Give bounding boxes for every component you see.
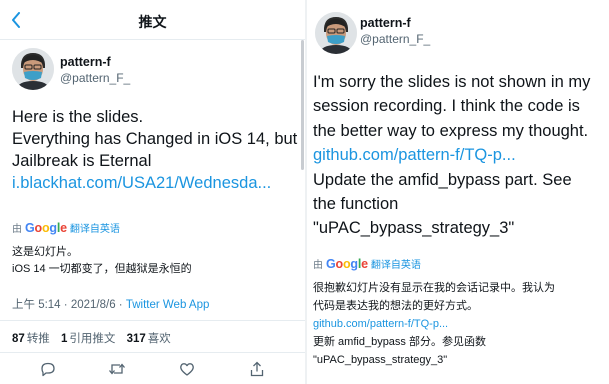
tweet-text: Here is the slides. Everything has Chang… bbox=[12, 106, 302, 194]
nav-bar: 推文 bbox=[0, 0, 305, 40]
translated-line: "uPAC_bypass_strategy_3" bbox=[313, 354, 448, 366]
tweet-time[interactable]: 上午 5:14 bbox=[12, 299, 61, 311]
tweet-text-line: the better way to express my thought. bbox=[313, 121, 589, 140]
google-logo: Google bbox=[25, 220, 67, 235]
tweet-text: I'm sorry the slides is not shown in my … bbox=[313, 70, 609, 241]
share-icon bbox=[250, 361, 264, 377]
translated-link[interactable]: github.com/pattern-f/TQ-p... bbox=[313, 315, 555, 333]
avatar[interactable] bbox=[12, 48, 54, 90]
divider bbox=[0, 320, 305, 321]
translate-by-label: 由 bbox=[12, 224, 22, 235]
tweet-link[interactable]: i.blackhat.com/USA21/Wednesda... bbox=[12, 172, 302, 194]
tweet-text-line: session recording. I think the code is bbox=[313, 97, 580, 116]
translated-text: 这是幻灯片。 iOS 14 一切都变了，但越狱是永恒的 bbox=[12, 244, 192, 278]
quote-count[interactable]: 1 引用推文 bbox=[61, 333, 115, 345]
translated-line: 这是幻灯片。 bbox=[12, 246, 78, 258]
tweet-text-line: "uPAC_bypass_strategy_3" bbox=[313, 219, 515, 238]
translated-text: 很抱歉幻灯片没有显示在我的会话记录中。我认为 代码是表达我的想法的更好方式。 g… bbox=[313, 279, 555, 369]
translated-line: 代码是表达我的想法的更好方式。 bbox=[313, 300, 478, 312]
tweet-date[interactable]: 2021/8/6 bbox=[71, 299, 116, 311]
tweet-actions bbox=[0, 358, 305, 380]
author-handle[interactable]: @pattern_F_ bbox=[60, 71, 130, 85]
translated-line: 更新 amfid_bypass 部分。参见函数 bbox=[313, 336, 486, 348]
translated-line: iOS 14 一切都变了，但越狱是永恒的 bbox=[12, 263, 192, 275]
like-icon bbox=[180, 363, 194, 376]
avatar[interactable] bbox=[315, 12, 357, 54]
like-count[interactable]: 317 喜欢 bbox=[127, 333, 171, 345]
tweet-text-line: Update the amfid_bypass part. See bbox=[313, 170, 572, 189]
tweet-text-line: Everything has Changed in iOS 14, but bbox=[12, 130, 298, 148]
tweet-detail-panel: 推文 pattern-f @pattern_F_ Here is the sli… bbox=[0, 0, 305, 384]
tweet-meta: 上午 5:14 · 2021/8/6 · Twitter Web App bbox=[12, 299, 210, 311]
tweet-text-line: Here is the slides. bbox=[12, 108, 144, 126]
share-button[interactable] bbox=[246, 358, 268, 380]
tweet-text-line: I'm sorry the slides is not shown in my bbox=[313, 73, 591, 91]
author-name[interactable]: pattern-f bbox=[360, 16, 411, 30]
translate-by-label: 由 bbox=[313, 260, 323, 271]
tweet-stats: 87 转推 1 引用推文 317 喜欢 bbox=[12, 330, 171, 346]
tweet-text-line: Jailbreak is Eternal bbox=[12, 152, 152, 170]
retweet-count[interactable]: 87 转推 bbox=[12, 333, 50, 345]
retweet-icon bbox=[109, 363, 125, 375]
translate-attribution[interactable]: 由 Google 翻译自英语 bbox=[12, 220, 120, 236]
translate-label: 翻译自英语 bbox=[370, 260, 421, 271]
page-title: 推文 bbox=[138, 14, 167, 30]
scrollbar[interactable] bbox=[301, 40, 304, 170]
author-handle[interactable]: @pattern_F_ bbox=[360, 32, 430, 46]
reply-button[interactable] bbox=[37, 358, 59, 380]
retweet-button[interactable] bbox=[106, 358, 128, 380]
reply-icon bbox=[41, 362, 55, 377]
translated-line: 很抱歉幻灯片没有显示在我的会话记录中。我认为 bbox=[313, 282, 555, 294]
reply-tweet-panel: pattern-f @pattern_F_ I'm sorry the slid… bbox=[307, 0, 609, 384]
translate-label: 翻译自英语 bbox=[69, 224, 120, 235]
author-name[interactable]: pattern-f bbox=[60, 55, 111, 69]
tweet-text-line: the function bbox=[313, 195, 399, 214]
google-logo: Google bbox=[326, 256, 368, 271]
like-button[interactable] bbox=[176, 358, 198, 380]
translate-attribution[interactable]: 由 Google 翻译自英语 bbox=[313, 256, 421, 272]
tweet-link[interactable]: github.com/pattern-f/TQ-p... bbox=[313, 143, 609, 167]
tweet-source[interactable]: Twitter Web App bbox=[126, 299, 210, 311]
divider bbox=[0, 352, 305, 353]
